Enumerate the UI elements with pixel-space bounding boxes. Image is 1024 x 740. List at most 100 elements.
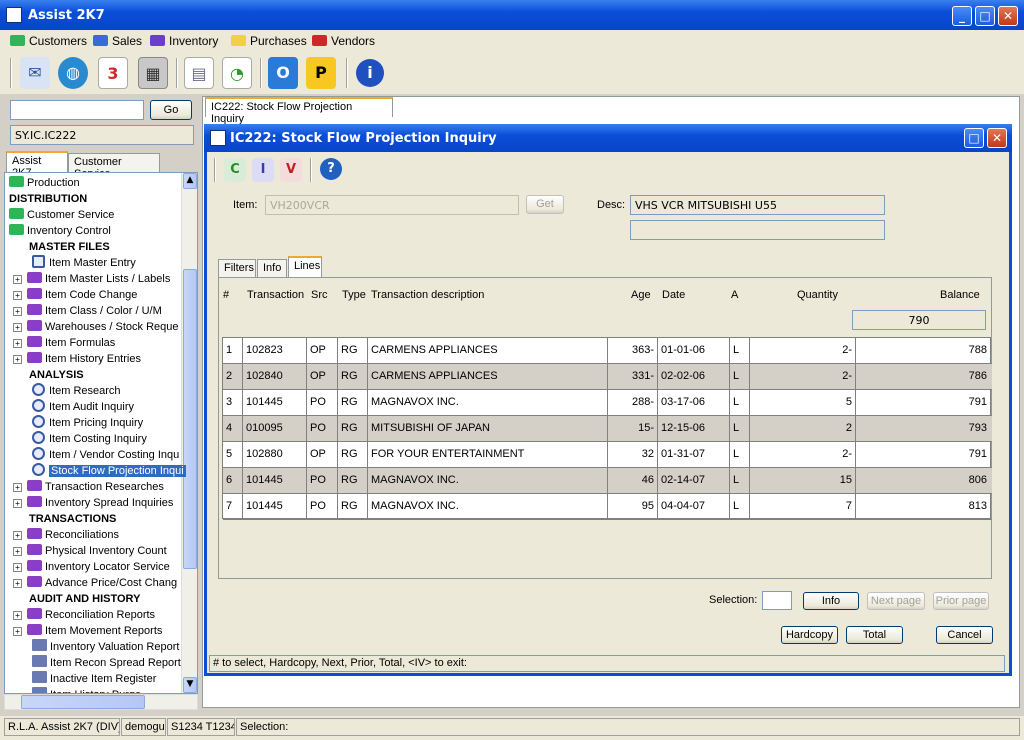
app-logo-icon xyxy=(6,7,22,23)
inner-maximize-button[interactable]: □ xyxy=(964,128,984,148)
table-cell: PO xyxy=(307,468,338,494)
tab-filters[interactable]: Filters xyxy=(218,259,256,277)
menu-inventory[interactable]: Inventory xyxy=(150,33,218,50)
expand-icon[interactable]: + xyxy=(13,275,22,284)
inner-close-button[interactable]: ✕ xyxy=(987,128,1007,148)
info-icon[interactable]: i xyxy=(356,59,384,87)
cancel-button[interactable]: Cancel xyxy=(936,626,993,644)
chart-icon[interactable]: ◔ xyxy=(222,57,252,89)
table-row[interactable]: 4 010095 PO RG MITSUBISHI OF JAPAN 15- 12-15-0… xyxy=(223,416,992,442)
prior-page-button[interactable]: Prior page xyxy=(933,592,989,610)
table-row[interactable]: 5 102880 OP RG FOR YOUR ENTERTAINMENT 32 01-31… xyxy=(223,442,992,468)
go-button[interactable]: Go xyxy=(150,100,192,120)
tree-vertical-scrollbar[interactable]: ▲ ▼ xyxy=(181,173,197,693)
expand-icon[interactable]: + xyxy=(13,291,22,300)
maximize-button[interactable]: □ xyxy=(975,6,995,26)
tree-item[interactable]: Item / Vendor Costing Inqu xyxy=(13,447,179,463)
table-row[interactable]: 2 102840 OP RG CARMENS APPLIANCES 331- 02-02-0… xyxy=(223,364,992,390)
table-row[interactable]: 1 102823 OP RG CARMENS APPLIANCES 363- 01-01-0… xyxy=(223,338,992,364)
selection-input[interactable] xyxy=(762,591,792,610)
info-button[interactable]: Info xyxy=(803,592,859,610)
expand-icon[interactable]: + xyxy=(13,307,22,316)
expand-icon[interactable]: + xyxy=(13,339,22,348)
magnifier-icon xyxy=(32,383,45,396)
next-page-button[interactable]: Next page xyxy=(867,592,925,610)
globe-icon[interactable]: ◍ xyxy=(58,57,88,89)
tree-scroll-thumb[interactable] xyxy=(183,269,197,569)
expand-icon[interactable]: + xyxy=(13,627,22,636)
close-button[interactable]: ✕ xyxy=(998,6,1018,26)
tree-item[interactable]: Production xyxy=(9,175,80,191)
table-row[interactable]: 3 101445 PO RG MAGNAVOX INC. 288- 03-17-06 L 5 79… xyxy=(223,390,992,416)
menu-vendors[interactable]: Vendors xyxy=(312,33,375,50)
calendar-icon[interactable]: 3 xyxy=(98,57,128,89)
scroll-up-icon[interactable]: ▲ xyxy=(183,173,197,189)
expand-icon[interactable]: + xyxy=(13,579,22,588)
expand-icon[interactable]: + xyxy=(13,323,22,332)
tree-item[interactable]: Item Recon Spread Report xyxy=(13,655,181,671)
tree-item[interactable]: Inactive Item Register xyxy=(13,671,156,687)
table-row[interactable]: 6 101445 PO RG MAGNAVOX INC. 46 02-14-07 L 15 806 xyxy=(223,468,992,494)
mail-icon[interactable]: ✉ xyxy=(20,57,50,89)
tree-item[interactable]: + Warehouses / Stock Reque xyxy=(13,319,179,335)
tree-item[interactable]: Stock Flow Projection Inqui xyxy=(13,463,186,479)
form-icon[interactable]: ▤ xyxy=(184,57,214,89)
tree-item[interactable]: Item Pricing Inquiry xyxy=(13,415,143,431)
tree-item[interactable]: + Item Code Change xyxy=(13,287,137,303)
tree-item[interactable]: + Physical Inventory Count xyxy=(13,543,167,559)
menu-purchases[interactable]: Purchases xyxy=(231,33,307,50)
hardcopy-button[interactable]: Hardcopy xyxy=(781,626,838,644)
expand-icon[interactable]: + xyxy=(13,499,22,508)
tree-hscroll-thumb[interactable] xyxy=(21,695,145,709)
tree-item[interactable]: Item Audit Inquiry xyxy=(13,399,134,415)
tree-item[interactable]: + Item Class / Color / U/M xyxy=(13,303,162,319)
get-button[interactable]: Get xyxy=(526,195,564,214)
expand-icon[interactable]: + xyxy=(13,547,22,556)
menu-customers[interactable]: Customers xyxy=(10,33,87,50)
tree-item[interactable]: Inventory Control xyxy=(9,223,111,239)
tree-item[interactable]: + Reconciliation Reports xyxy=(13,607,155,623)
tree-item[interactable]: Item Research xyxy=(13,383,121,399)
v-tool-icon[interactable]: V xyxy=(280,158,302,182)
tree-item[interactable]: + Item History Entries xyxy=(13,351,141,367)
expand-icon[interactable]: + xyxy=(13,611,22,620)
tree-item[interactable]: + Inventory Spread Inquiries xyxy=(13,495,173,511)
tree-horizontal-scrollbar[interactable] xyxy=(4,694,198,710)
tab-assist-2k7[interactable]: Assist 2K7 xyxy=(6,151,68,179)
tree-item[interactable]: Inventory Valuation Report xyxy=(13,639,179,655)
item-field[interactable]: VH200VCR xyxy=(265,195,519,215)
tree-item[interactable]: Item Master Entry xyxy=(13,255,136,271)
help-icon[interactable]: ? xyxy=(320,158,342,180)
expand-icon[interactable]: + xyxy=(13,355,22,364)
tree-item[interactable]: Item Costing Inquiry xyxy=(13,431,147,447)
tree-item: DISTRIBUTION xyxy=(9,191,87,207)
tree-item[interactable]: + Inventory Locator Service xyxy=(13,559,170,575)
tab-lines[interactable]: Lines xyxy=(288,256,322,277)
table-cell: RG xyxy=(338,494,368,520)
tab-customer-service[interactable]: Customer Service xyxy=(68,153,160,180)
total-button[interactable]: Total xyxy=(846,626,903,644)
tree-item[interactable]: Item History Purge xyxy=(13,687,141,693)
tab-info[interactable]: Info xyxy=(257,259,287,277)
tree-item[interactable]: + Transaction Researches xyxy=(13,479,164,495)
calculator-icon[interactable]: ▦ xyxy=(138,57,168,89)
tree-item[interactable]: + Item Movement Reports xyxy=(13,623,162,639)
pdf-icon[interactable]: P xyxy=(306,57,336,89)
tree-item[interactable]: + Item Master Lists / Labels xyxy=(13,271,170,287)
mdi-tab-ic222[interactable]: IC222: Stock Flow Projection Inquiry xyxy=(205,97,393,125)
expand-icon[interactable]: + xyxy=(13,483,22,492)
outlook-icon[interactable]: O xyxy=(268,57,298,89)
table-row[interactable]: 7 101445 PO RG MAGNAVOX INC. 95 04-04-07 L 7 813 xyxy=(223,494,992,520)
tree-item[interactable]: + Advance Price/Cost Chang xyxy=(13,575,177,591)
minimize-button[interactable]: _ xyxy=(952,6,972,26)
i-tool-icon[interactable]: I xyxy=(252,158,274,182)
menu-sales[interactable]: Sales xyxy=(93,33,142,50)
scroll-down-icon[interactable]: ▼ xyxy=(183,677,197,693)
tree-item[interactable]: + Reconciliations xyxy=(13,527,119,543)
expand-icon[interactable]: + xyxy=(13,563,22,572)
tree-item[interactable]: + Item Formulas xyxy=(13,335,115,351)
expand-icon[interactable]: + xyxy=(13,531,22,540)
c-tool-icon[interactable]: C xyxy=(224,158,246,182)
tree-item[interactable]: Customer Service xyxy=(9,207,114,223)
search-input[interactable] xyxy=(10,100,144,120)
